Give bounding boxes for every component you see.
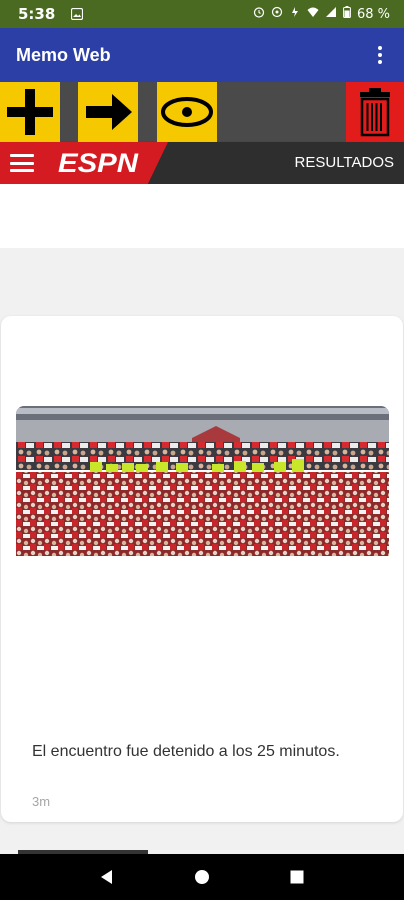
status-time: 5:38 [18,5,56,23]
home-icon[interactable] [191,866,213,888]
image-notification-icon [71,5,84,24]
article-timestamp: 3m [32,794,51,809]
content-banner [0,184,404,248]
article-headline: El encuentro fue detenido a los 25 minut… [32,743,340,760]
add-button[interactable] [0,82,60,142]
trash-icon [360,88,390,137]
alarm-icon [253,6,265,22]
espn-logo[interactable]: ESPN [56,148,140,178]
espn-header: ESPN RESULTADOS [0,142,404,184]
article-image [16,406,389,556]
back-icon[interactable] [96,866,118,888]
status-bar: 5:38 68 % [0,0,404,28]
app-title: Memo Web [16,44,111,65]
memo-toolbar [0,82,404,142]
eye-icon [161,97,213,127]
battery-icon [343,6,351,22]
svg-text:ESPN: ESPN [58,148,139,178]
arrow-right-icon [86,94,132,130]
wifi-icon [307,6,319,22]
go-button[interactable] [78,82,138,142]
more-vert-icon[interactable] [370,43,390,67]
sync-icon [271,6,283,22]
recents-icon[interactable] [286,866,308,888]
navigation-bar [0,854,404,900]
hamburger-menu-icon[interactable] [10,154,34,172]
data-saver-icon [289,6,301,22]
battery-percent: 68 % [356,6,390,22]
signal-icon [325,6,337,22]
results-link[interactable]: RESULTADOS [295,142,394,184]
plus-icon [7,89,53,135]
view-button[interactable] [157,82,217,142]
article-card[interactable]: El encuentro fue detenido a los 25 minut… [1,316,403,822]
app-bar: Memo Web [0,28,404,82]
delete-button[interactable] [346,82,404,142]
